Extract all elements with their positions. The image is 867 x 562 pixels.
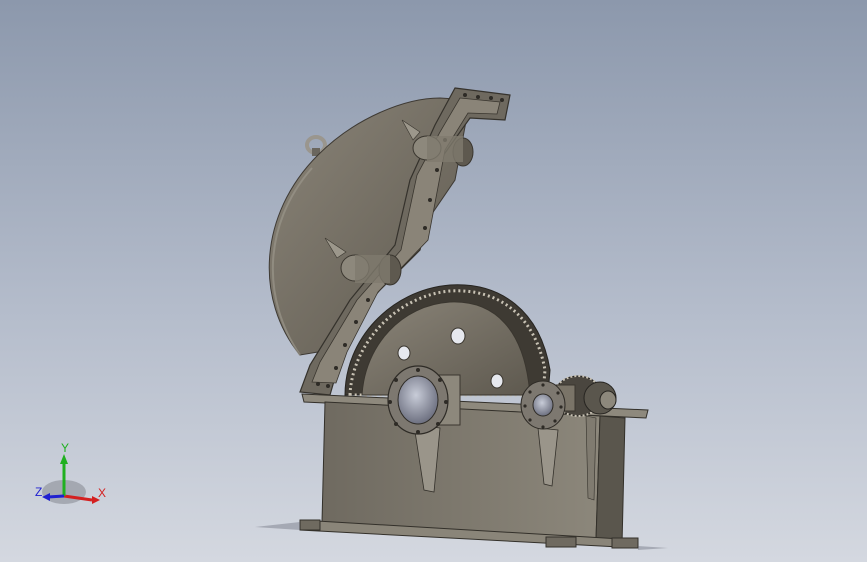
z-axis-label: Z [35,485,42,499]
z-axis-icon [47,494,65,499]
graphics-viewport[interactable]: Y X Z [0,0,867,562]
x-axis-label: X [98,486,106,500]
orientation-triad: Y X Z [35,441,106,504]
y-axis-label: Y [61,441,69,455]
gearbox-housing [299,393,649,549]
gearbox-model[interactable] [0,0,867,562]
main-shaft-flange [387,365,461,435]
